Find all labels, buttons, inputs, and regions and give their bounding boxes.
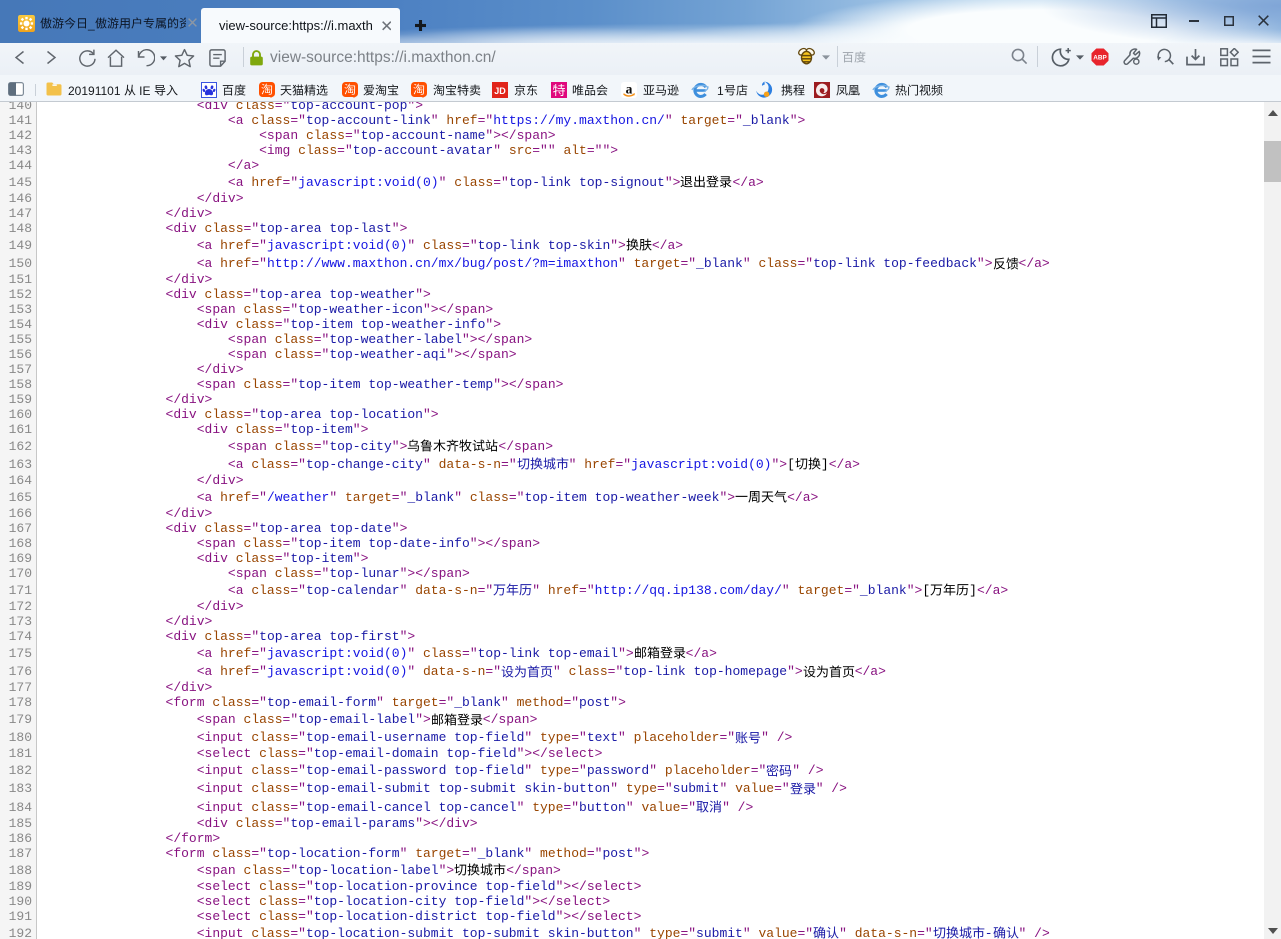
svg-text:JD: JD xyxy=(494,86,506,96)
svg-text:ABP: ABP xyxy=(1093,54,1107,61)
svg-text:a: a xyxy=(626,82,633,97)
